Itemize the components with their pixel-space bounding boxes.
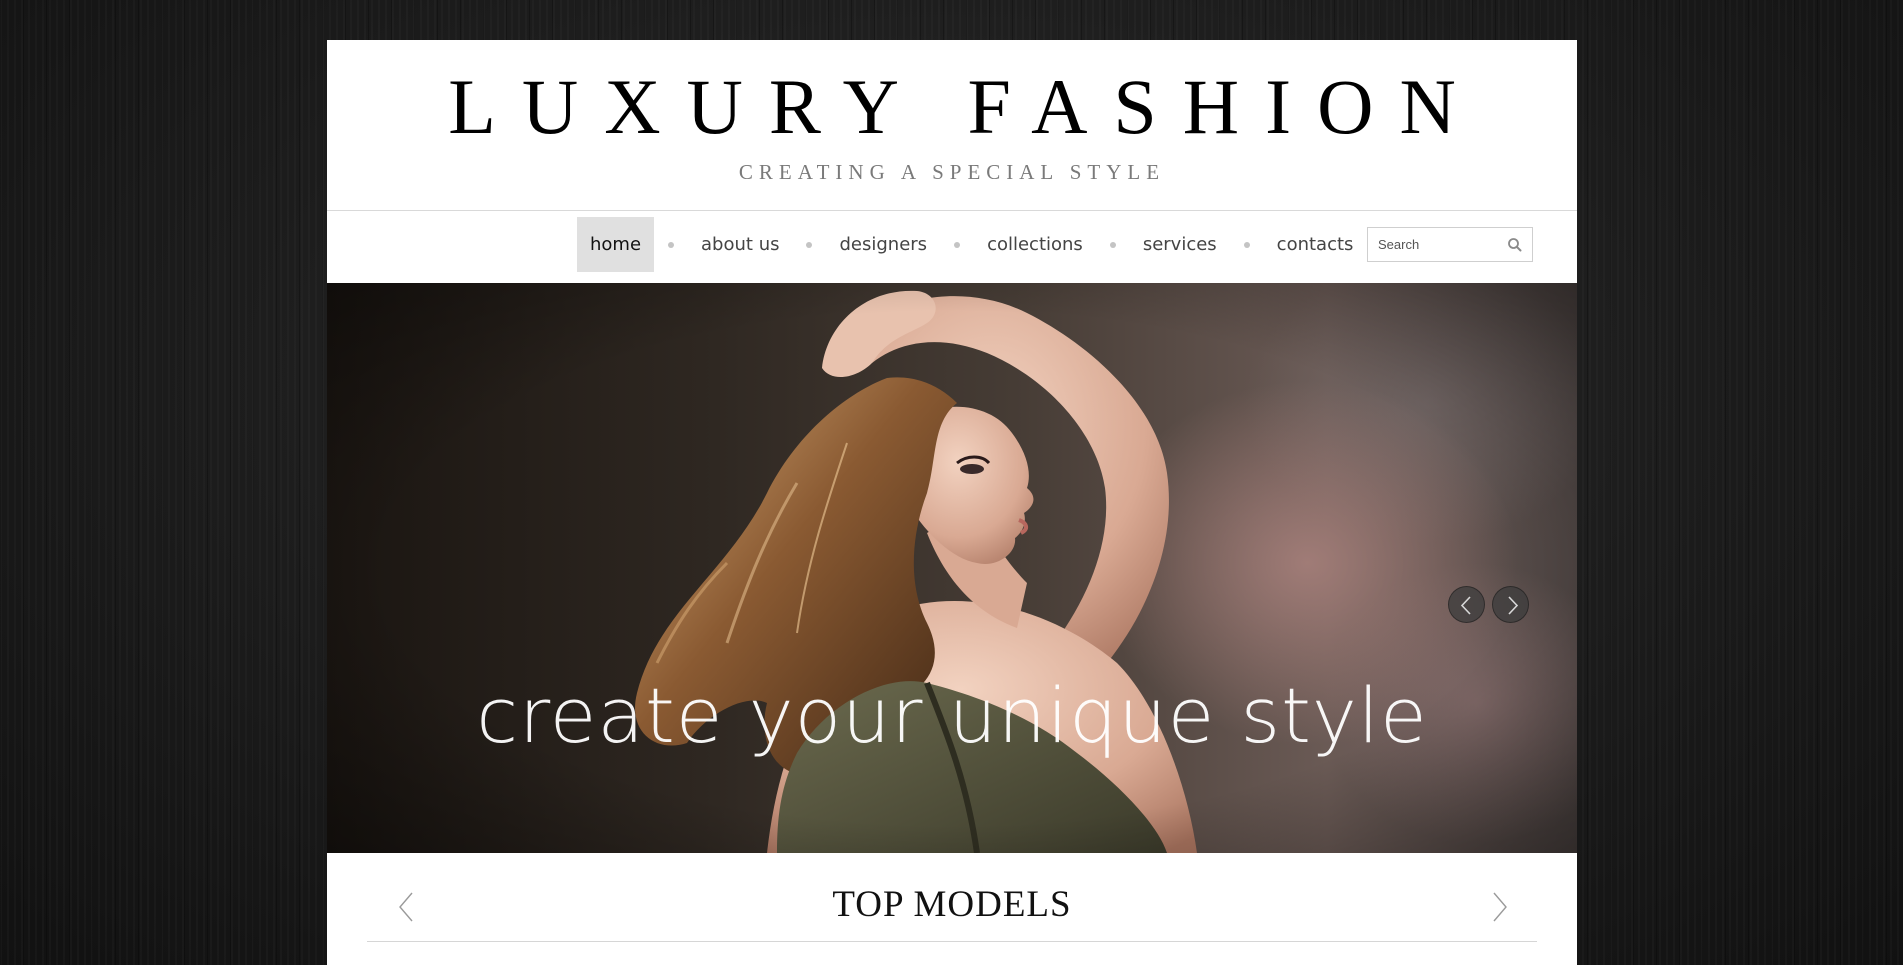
menu-link-collections[interactable]: collections xyxy=(974,217,1096,272)
menu-link-contacts[interactable]: contacts xyxy=(1264,217,1367,272)
slider-next-button[interactable] xyxy=(1492,586,1529,623)
menu-item-home: home xyxy=(577,217,655,272)
menu-item-about-us: about us xyxy=(688,217,792,272)
site-header: LUXURY FASHION CREATING A SPECIAL STYLE xyxy=(327,40,1577,211)
menu-link-services[interactable]: services xyxy=(1130,217,1230,272)
menu-separator-dot xyxy=(1243,241,1250,248)
page-container: LUXURY FASHION CREATING A SPECIAL STYLE … xyxy=(327,40,1577,965)
site-logo-title[interactable]: LUXURY FASHION xyxy=(327,68,1577,146)
menu-item-services: services xyxy=(1130,217,1230,272)
menu-separator-item xyxy=(654,217,688,272)
menu-separator-item xyxy=(940,217,974,272)
menu-item-collections: collections xyxy=(974,217,1096,272)
search-form xyxy=(1367,227,1533,262)
site-tagline: CREATING A SPECIAL STYLE xyxy=(738,160,1166,184)
menu-separator-item xyxy=(1096,217,1130,272)
menu-separator-item xyxy=(792,217,826,272)
menu-separator-dot xyxy=(806,241,813,248)
slide-caption: create your unique style xyxy=(476,671,1428,760)
menu-link-about-us[interactable]: about us xyxy=(688,217,792,272)
section-title: TOP MODELS xyxy=(832,884,1072,925)
hero-slider[interactable]: create your unique style xyxy=(327,283,1577,853)
chevron-right-icon xyxy=(1493,892,1507,922)
chevron-right-icon xyxy=(1508,596,1519,615)
menu-item-designers: designers xyxy=(826,217,940,272)
main-navigation: home about us designers collections serv… xyxy=(327,211,1577,283)
section-divider xyxy=(367,941,1537,942)
menu-item-contacts: contacts xyxy=(1264,217,1367,272)
slider-prev-button[interactable] xyxy=(1448,586,1485,623)
menu-separator-item xyxy=(1230,217,1264,272)
magnifier-icon xyxy=(1508,238,1522,252)
menu-separator-dot xyxy=(1109,241,1116,248)
top-models-section: TOP MODELS xyxy=(367,853,1537,965)
search-input[interactable] xyxy=(1378,228,1498,261)
menu-link-home[interactable]: home xyxy=(577,217,655,272)
hero-model-image xyxy=(327,283,1577,853)
menu-link-designers[interactable]: designers xyxy=(826,217,940,272)
chevron-left-icon xyxy=(1460,596,1471,615)
search-button[interactable] xyxy=(1506,236,1524,254)
menu-separator-dot xyxy=(668,241,675,248)
menu-separator-dot xyxy=(954,241,961,248)
carousel-next-button[interactable] xyxy=(1489,890,1509,924)
main-menu: home about us designers collections serv… xyxy=(577,217,1366,272)
